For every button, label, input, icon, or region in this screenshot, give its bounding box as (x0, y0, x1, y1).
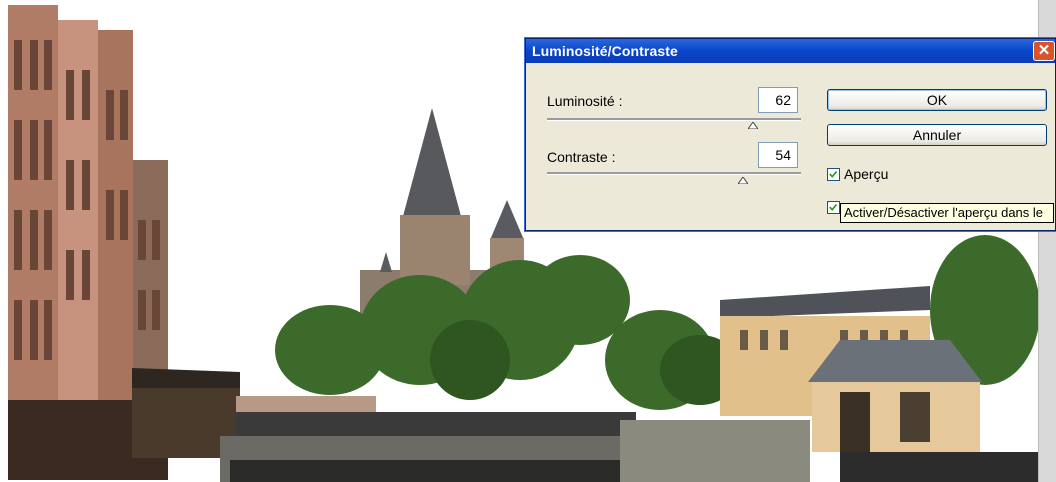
contrast-slider-track[interactable] (547, 172, 801, 175)
preview-tooltip: Activer/Désactiver l'aperçu dans le (840, 203, 1054, 223)
brightness-value-input[interactable]: 62 (758, 87, 798, 113)
brightness-label: Luminosité : (547, 93, 623, 109)
brightness-slider-thumb[interactable] (747, 122, 758, 129)
preview-checkbox[interactable] (827, 168, 840, 181)
contrast-value-input[interactable]: 54 (758, 142, 798, 168)
dialog-titlebar[interactable]: Luminosité/Contraste ✕ (526, 39, 1055, 63)
close-button[interactable]: ✕ (1033, 41, 1055, 61)
dialog-title: Luminosité/Contraste (532, 43, 678, 59)
cancel-button[interactable]: Annuler (827, 124, 1047, 146)
checkmark-icon (829, 170, 838, 178)
brightness-slider-track[interactable] (547, 118, 801, 121)
close-icon: ✕ (1037, 42, 1051, 59)
legacy-checkbox[interactable] (827, 201, 840, 214)
checkmark-icon (829, 203, 838, 211)
preview-checkbox-label: Aperçu (844, 166, 889, 182)
contrast-slider-thumb[interactable] (737, 177, 748, 184)
ok-button[interactable]: OK (827, 89, 1047, 111)
contrast-label: Contraste : (547, 149, 616, 165)
